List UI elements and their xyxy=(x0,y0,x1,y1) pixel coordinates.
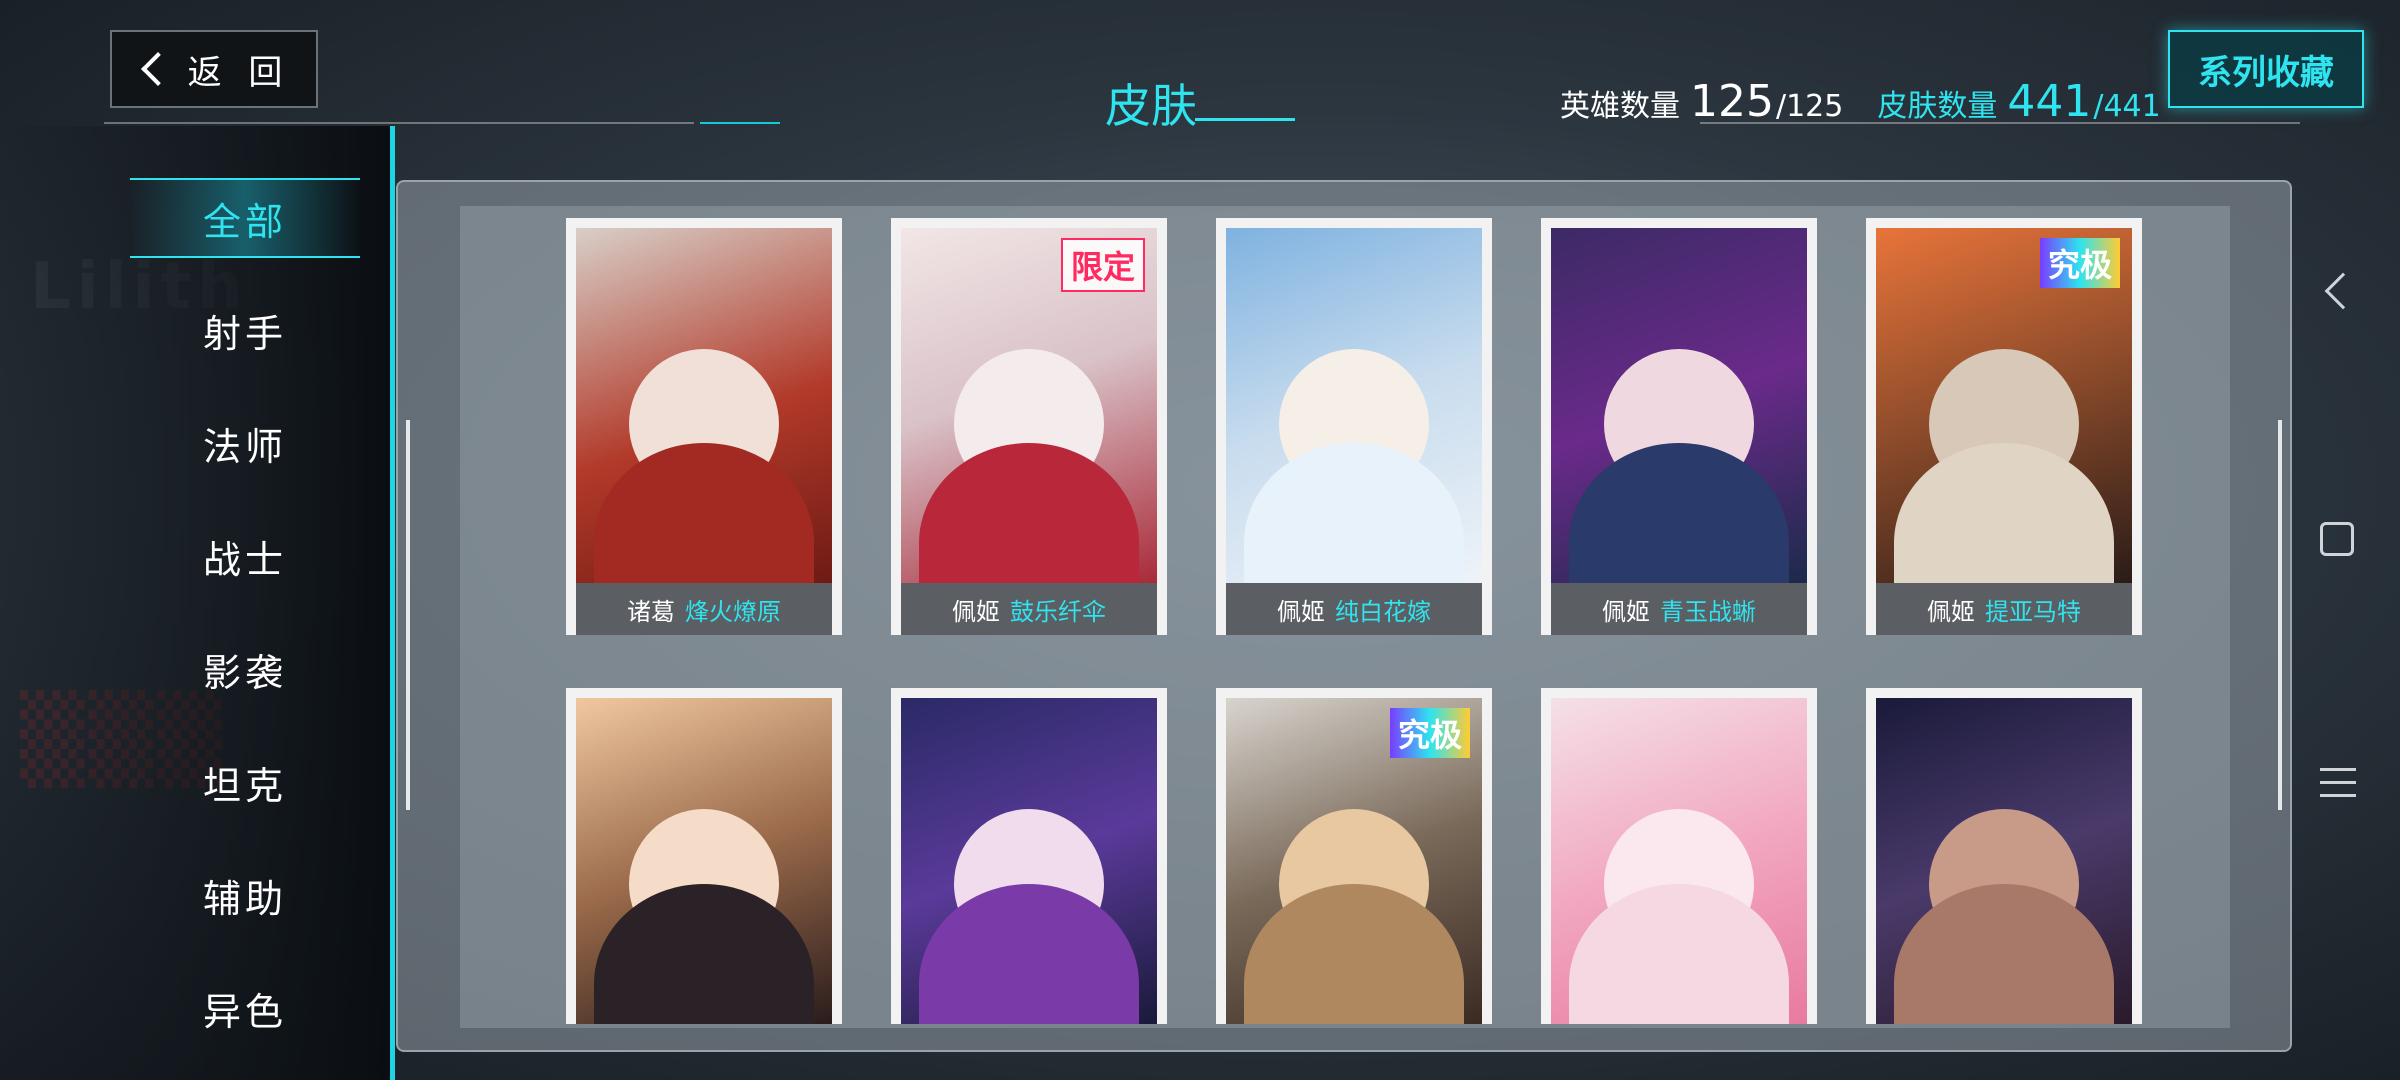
skin-count-total: /441 xyxy=(2093,89,2161,124)
page-title-underline xyxy=(1195,118,1295,121)
skin-artwork xyxy=(901,698,1157,1024)
skin-count-value: 441 xyxy=(2007,76,2092,127)
skin-card[interactable]: 诸葛 烽火燎原 xyxy=(566,218,842,635)
category-all[interactable]: 全部 xyxy=(130,178,360,258)
hero-name: 佩姬 xyxy=(1602,597,1650,626)
skin-artwork xyxy=(1226,228,1482,583)
skin-artwork xyxy=(1551,698,1807,1024)
skin-artwork xyxy=(1551,228,1807,583)
stats-divider xyxy=(1700,122,2300,124)
panel-bracket-right xyxy=(2272,420,2282,810)
system-menu-icon[interactable] xyxy=(2320,768,2356,807)
skin-artwork xyxy=(1876,698,2132,1024)
skin-artwork: 究极 xyxy=(1876,228,2132,583)
category-variant[interactable]: 异色 xyxy=(130,968,360,1048)
hero-count-total: /125 xyxy=(1775,89,1844,124)
top-divider-accent xyxy=(700,122,780,124)
collection-stats: 英雄数量 125 /125 皮肤数量 441 /441 xyxy=(1560,76,2161,127)
skin-card[interactable]: 佩姬 青玉战蜥 xyxy=(1541,218,1817,635)
panel-bracket-left xyxy=(406,420,416,810)
skin-card[interactable]: 究极 佩姬 提亚马特 xyxy=(1866,218,2142,635)
skin-caption: 佩姬 提亚马特 xyxy=(1876,583,2132,635)
back-button-label: 返 回 xyxy=(187,52,291,93)
hero-name: 佩姬 xyxy=(1927,597,1975,626)
category-mage[interactable]: 法师 xyxy=(130,403,360,483)
skin-card[interactable]: 限定 佩姬 鼓乐纤伞 xyxy=(891,218,1167,635)
ultra-rare-badge: 究极 xyxy=(1389,708,1470,758)
hero-name: 诸葛 xyxy=(627,597,675,626)
system-back-icon[interactable] xyxy=(2324,272,2362,310)
skin-artwork: 限定 xyxy=(901,228,1157,583)
skin-count-label: 皮肤数量 xyxy=(1877,89,1998,124)
skin-name: 烽火燎原 xyxy=(685,597,781,626)
page-title: 皮肤 xyxy=(1105,79,1197,133)
hero-name: 佩姬 xyxy=(952,597,1000,626)
skin-card[interactable] xyxy=(1866,688,2142,1024)
hero-count-label: 英雄数量 xyxy=(1560,89,1680,124)
category-warrior[interactable]: 战士 xyxy=(130,516,360,596)
skin-artwork: 究极 xyxy=(1226,698,1482,1024)
hero-name: 佩姬 xyxy=(1277,597,1325,626)
back-button[interactable]: 返 回 xyxy=(110,30,318,108)
system-home-icon[interactable] xyxy=(2320,522,2354,556)
series-collection-button[interactable]: 系列收藏 xyxy=(2168,30,2364,108)
skin-card[interactable] xyxy=(1541,688,1817,1024)
skin-name: 鼓乐纤伞 xyxy=(1010,597,1106,626)
ultra-rare-badge: 究极 xyxy=(2039,238,2120,288)
category-marksman[interactable]: 射手 xyxy=(130,290,360,370)
category-assassin[interactable]: 影袭 xyxy=(130,629,360,709)
category-sidebar xyxy=(0,126,392,1080)
skin-name: 青玉战蜥 xyxy=(1660,597,1756,626)
skin-caption: 佩姬 青玉战蜥 xyxy=(1551,583,1807,635)
skin-card[interactable] xyxy=(891,688,1167,1024)
skin-caption: 佩姬 纯白花嫁 xyxy=(1226,583,1482,635)
skin-card[interactable]: 佩姬 纯白花嫁 xyxy=(1216,218,1492,635)
skin-card[interactable]: 究极 xyxy=(1216,688,1492,1024)
hero-count-value: 125 xyxy=(1690,76,1774,127)
skin-caption: 诸葛 烽火燎原 xyxy=(576,583,832,635)
limited-badge: 限定 xyxy=(1060,238,1145,292)
skin-name: 提亚马特 xyxy=(1985,597,2081,626)
skin-name: 纯白花嫁 xyxy=(1335,597,1431,626)
sidebar-divider xyxy=(390,126,395,1080)
skin-card[interactable] xyxy=(566,688,842,1024)
skin-artwork xyxy=(576,698,832,1024)
top-divider xyxy=(104,122,694,124)
skin-artwork xyxy=(576,228,832,583)
chevron-left-icon xyxy=(140,52,175,86)
category-tank[interactable]: 坦克 xyxy=(130,742,360,822)
category-support[interactable]: 辅助 xyxy=(130,855,360,935)
skin-caption: 佩姬 鼓乐纤伞 xyxy=(901,583,1157,635)
